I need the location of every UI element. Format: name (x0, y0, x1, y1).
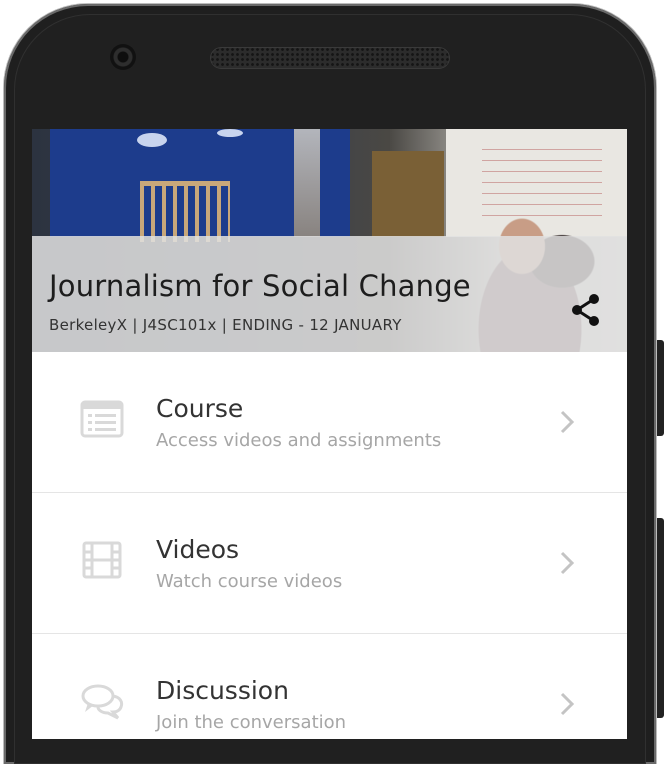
menu-item-videos[interactable]: Videos Watch course videos (32, 493, 627, 634)
menu-item-discussion[interactable]: Discussion Join the conversation (32, 634, 627, 739)
hero-photo-light (294, 129, 320, 237)
course-title: Journalism for Social Change (49, 269, 471, 303)
course-meta: BerkeleyX | J4SC101x | ENDING - 12 JANUA… (49, 316, 402, 334)
chevron-right-icon (560, 692, 575, 716)
hero-photo-shelf (372, 151, 444, 237)
list-icon (80, 400, 124, 438)
hero-photo-crib (140, 181, 230, 242)
menu-item-subtitle: Watch course videos (156, 571, 343, 592)
phone-side-button-lower (656, 518, 664, 718)
course-header-image: Journalism for Social Change BerkeleyX |… (32, 129, 627, 352)
share-button[interactable] (570, 293, 602, 327)
chevron-right-icon (560, 410, 575, 434)
earpiece-speaker (210, 47, 450, 69)
menu-item-subtitle: Access videos and assignments (156, 430, 442, 451)
menu-item-title: Discussion (156, 676, 289, 705)
film-icon (82, 541, 122, 579)
menu-item-title: Videos (156, 535, 240, 564)
share-icon (572, 294, 599, 326)
hero-photo-detail (217, 129, 243, 137)
comments-icon (81, 684, 124, 720)
hero-photo-detail (137, 133, 167, 147)
phone-side-button-upper (656, 340, 664, 436)
menu-item-course[interactable]: Course Access videos and assignments (32, 352, 627, 493)
app-screen: Journalism for Social Change BerkeleyX |… (32, 129, 627, 739)
chevron-right-icon (560, 551, 575, 575)
menu-item-title: Course (156, 394, 244, 423)
front-camera (110, 44, 136, 70)
